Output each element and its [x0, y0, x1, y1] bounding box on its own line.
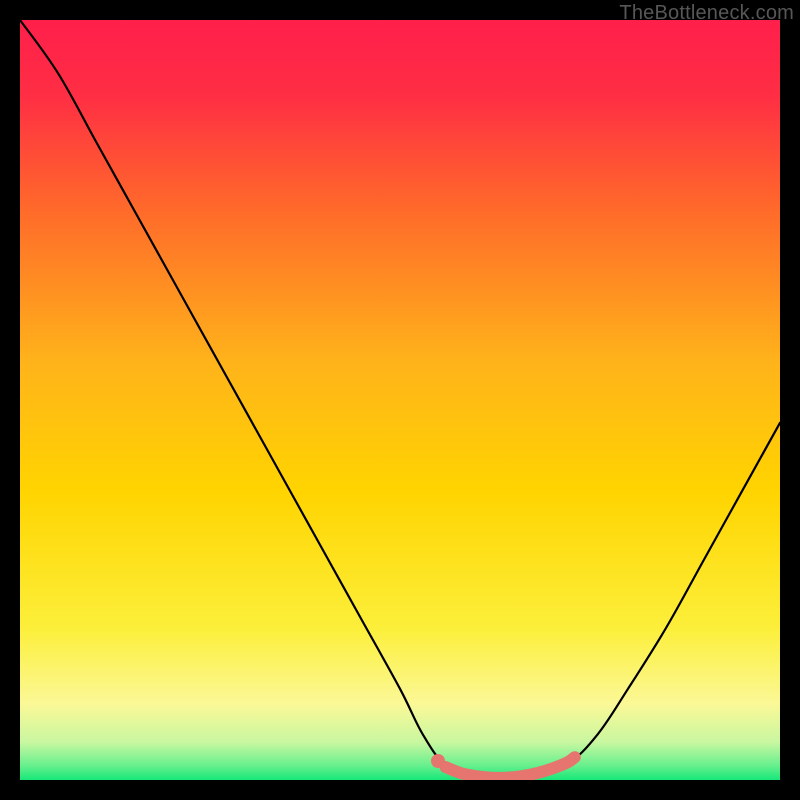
chart-frame — [20, 20, 780, 780]
marker-point — [431, 754, 445, 768]
watermark-text: TheBottleneck.com — [619, 2, 794, 25]
bottleneck-chart — [20, 20, 780, 780]
gradient-background — [20, 20, 780, 780]
